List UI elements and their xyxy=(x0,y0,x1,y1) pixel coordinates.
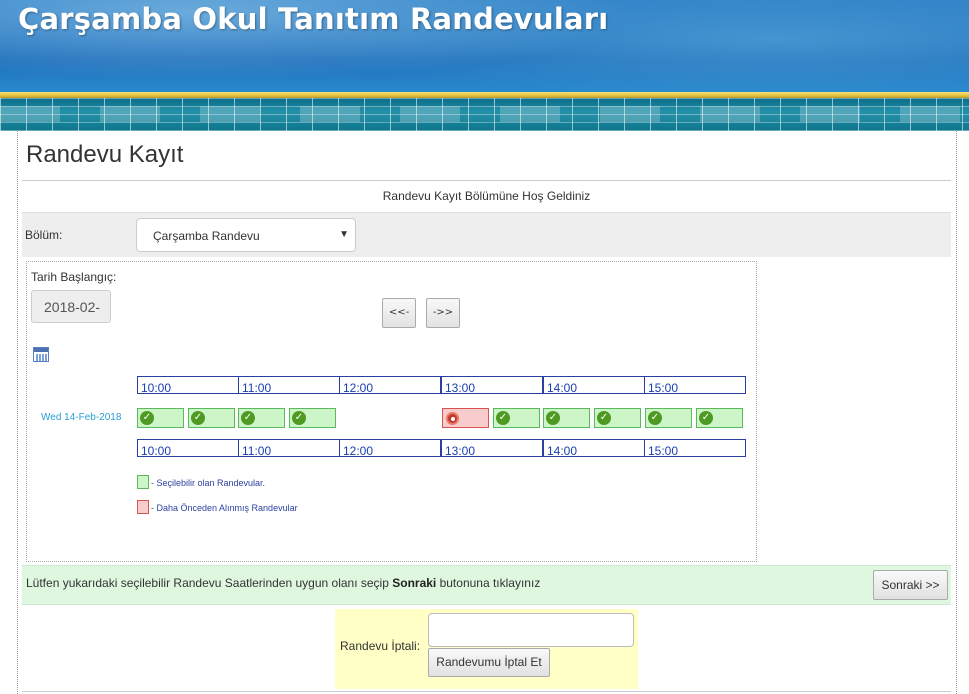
hour-header-bottom: 15:00 xyxy=(644,439,746,458)
cancel-code-input[interactable] xyxy=(428,613,634,647)
legend-taken-swatch xyxy=(137,500,149,514)
hour-header-bottom: 12:00 xyxy=(339,439,441,458)
check-circle-icon: ✓ xyxy=(699,411,713,425)
slot-available[interactable]: ✓ xyxy=(188,408,235,428)
instruction-text: Lütfen yukarıdaki seçilebilir Randevu Sa… xyxy=(26,576,540,590)
hour-header-top: 10:00 xyxy=(137,376,239,395)
slot-available[interactable]: ✓ xyxy=(543,408,590,428)
hour-header-top: 11:00 xyxy=(238,376,340,395)
hour-header-bottom: 11:00 xyxy=(238,439,340,458)
section-select-value: Çarşamba Randevu xyxy=(153,229,260,243)
check-circle-icon: ✓ xyxy=(546,411,560,425)
cancel-label: Randevu İptali: xyxy=(340,639,421,653)
bottom-divider xyxy=(22,691,951,692)
check-circle-icon: ✓ xyxy=(648,411,662,425)
banner-tile-strip xyxy=(0,98,969,131)
hour-header-top: 12:00 xyxy=(339,376,441,395)
hour-header-bottom: 14:00 xyxy=(543,439,645,458)
hour-header-top: 15:00 xyxy=(644,376,746,395)
start-date-input[interactable]: 2018-02- xyxy=(31,290,111,323)
legend-available-text: - Seçilebilir olan Randevular. xyxy=(151,478,266,488)
check-circle-icon: ✓ xyxy=(292,411,306,425)
next-week-button[interactable]: ->> xyxy=(426,298,460,328)
slot-taken xyxy=(442,408,489,428)
slot-available[interactable]: ✓ xyxy=(696,408,743,428)
title-divider xyxy=(22,180,951,181)
hour-header-top: 14:00 xyxy=(543,376,645,395)
legend-taken-text: - Daha Önceden Alınmış Randevular xyxy=(151,503,298,513)
slot-available[interactable]: ✓ xyxy=(645,408,692,428)
hour-header-bottom: 13:00 xyxy=(441,439,543,458)
slot-available[interactable]: ✓ xyxy=(493,408,540,428)
slot-available[interactable]: ✓ xyxy=(238,408,285,428)
cancel-appointment-button[interactable]: Randevumu İptal Et xyxy=(428,648,550,677)
check-circle-icon: ✓ xyxy=(140,411,154,425)
header-banner: Çarşamba Okul Tanıtım Randevuları xyxy=(0,0,969,131)
check-circle-icon: ✓ xyxy=(496,411,510,425)
site-title: Çarşamba Okul Tanıtım Randevuları xyxy=(18,2,609,36)
welcome-text: Randevu Kayıt Bölümüne Hoş Geldiniz xyxy=(382,189,591,203)
instruction-text-before: Lütfen yukarıdaki seçilebilir Randevu Sa… xyxy=(26,576,393,590)
start-date-label: Tarih Başlangıç: xyxy=(31,270,117,284)
hour-header-bottom: 10:00 xyxy=(137,439,239,458)
slot-available[interactable]: ✓ xyxy=(137,408,184,428)
page-title: Randevu Kayıt xyxy=(26,141,184,168)
next-button[interactable]: Sonraki >> xyxy=(873,570,948,600)
check-circle-icon: ✓ xyxy=(191,411,205,425)
calendar-icon[interactable] xyxy=(33,347,49,362)
taken-circle-icon xyxy=(446,412,459,425)
prev-week-button[interactable]: <<- xyxy=(382,298,416,328)
check-circle-icon: ✓ xyxy=(597,411,611,425)
slot-available[interactable]: ✓ xyxy=(594,408,641,428)
instruction-text-after: butonuna tıklayınız xyxy=(436,576,541,590)
hour-header-top: 13:00 xyxy=(441,376,543,395)
chevron-down-icon: ▼ xyxy=(339,229,349,240)
legend-available-swatch xyxy=(137,475,149,489)
section-select[interactable]: Çarşamba Randevu ▼ xyxy=(136,218,356,252)
slot-available[interactable]: ✓ xyxy=(289,408,336,428)
instruction-text-bold: Sonraki xyxy=(392,576,437,590)
section-label: Bölüm: xyxy=(25,228,63,242)
day-label: Wed 14-Feb-2018 xyxy=(41,412,122,423)
check-circle-icon: ✓ xyxy=(241,411,255,425)
